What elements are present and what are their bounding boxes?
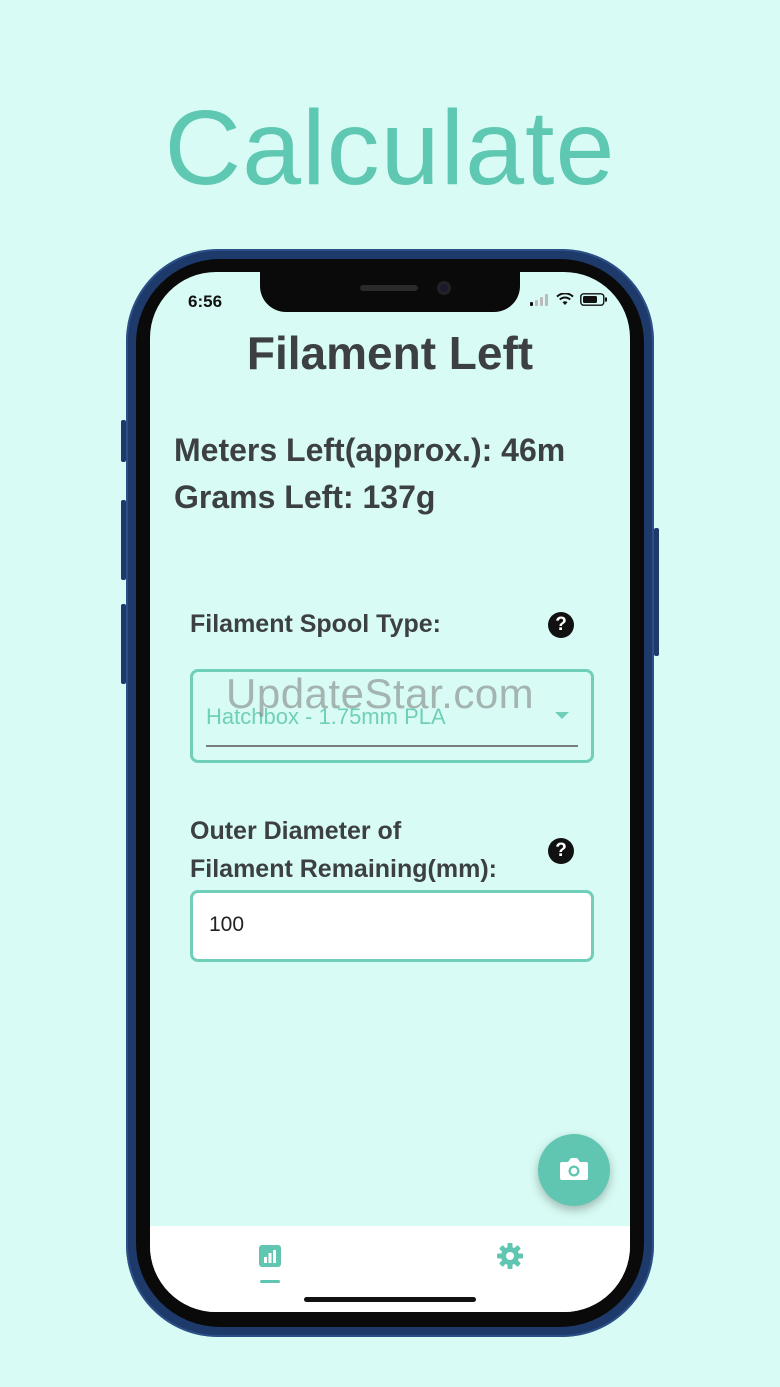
- outer-diameter-value: 100: [209, 913, 245, 936]
- volume-down-button: [121, 604, 126, 684]
- select-underline: [206, 745, 578, 747]
- wifi-icon: [556, 293, 574, 305]
- marketing-headline: Calculate: [164, 89, 616, 207]
- battery-icon: [580, 293, 607, 306]
- chevron-down-icon: [555, 712, 569, 719]
- earpiece-speaker: [360, 285, 418, 291]
- outer-diameter-help-icon[interactable]: ?: [548, 838, 574, 864]
- camera-button[interactable]: [538, 1134, 610, 1206]
- status-time: 6:56: [188, 292, 223, 311]
- page-title: Filament Left: [246, 327, 534, 379]
- gear-icon[interactable]: [496, 1242, 524, 1270]
- signal-icon: [530, 293, 548, 306]
- notch: [260, 272, 520, 312]
- outer-diameter-label-line2: Filament Remaining(mm):: [190, 855, 497, 883]
- home-indicator[interactable]: [304, 1297, 476, 1302]
- meters-left-result: Meters Left(approx.): 46m: [174, 432, 566, 468]
- watermark: UpdateStar.com: [226, 670, 535, 717]
- outer-diameter-input[interactable]: 100: [190, 890, 594, 962]
- phone-screen: 6:56 Filament Left Meters Left(approx.):…: [150, 272, 630, 1312]
- status-icons: [530, 293, 608, 306]
- grams-left-result: Grams Left: 137g: [174, 479, 436, 515]
- nav-active-indicator: [260, 1280, 280, 1283]
- spool-type-help-icon[interactable]: ?: [548, 612, 574, 638]
- camera-icon: [560, 1158, 588, 1180]
- power-button: [654, 528, 659, 656]
- page: Calculate 6:56 Filament Left Meters Left…: [0, 0, 780, 1387]
- mute-switch: [121, 420, 126, 462]
- outer-diameter-label-line1: Outer Diameter of: [190, 817, 402, 845]
- spool-type-label: Filament Spool Type:: [190, 610, 441, 638]
- volume-up-button: [121, 500, 126, 580]
- chart-icon[interactable]: [258, 1244, 282, 1268]
- front-camera: [437, 281, 451, 295]
